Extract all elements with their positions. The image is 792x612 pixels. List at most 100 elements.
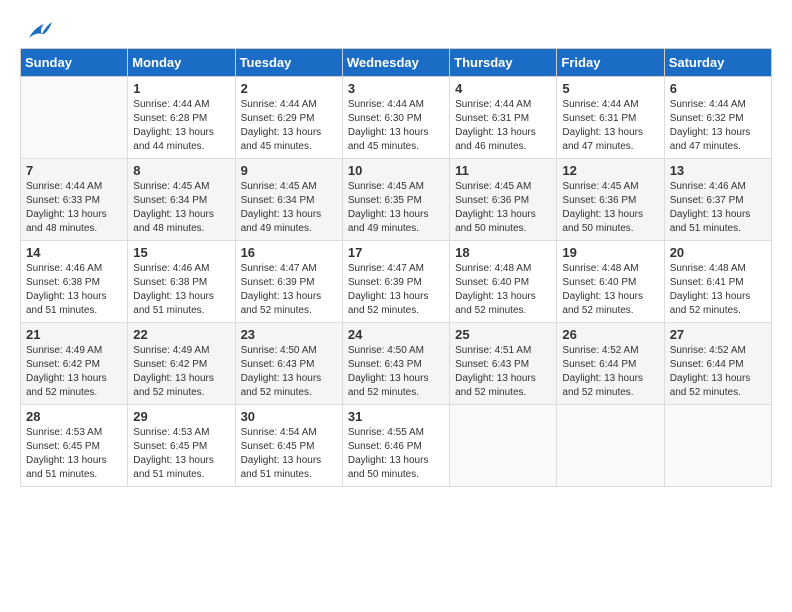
day-info: Sunrise: 4:50 AM Sunset: 6:43 PM Daylight:… bbox=[348, 344, 444, 400]
sunrise-text: Sunrise: 4:48 AM bbox=[562, 263, 638, 274]
col-thursday: Thursday bbox=[450, 49, 557, 77]
sunrise-text: Sunrise: 4:50 AM bbox=[348, 345, 424, 356]
col-friday: Friday bbox=[557, 49, 664, 77]
table-row: 7 Sunrise: 4:44 AMSunset: 6:33 PMDaylight… bbox=[21, 159, 128, 241]
table-row: 5Sunrise: 4:44 AMSunset: 6:31 PMDaylight… bbox=[557, 77, 664, 159]
table-row: 14Sunrise: 4:46 AMSunset: 6:38 PMDayligh… bbox=[21, 241, 128, 323]
daylight-text: Daylight: 13 hours bbox=[348, 455, 429, 466]
sunset-text: Sunset: 6:45 PM bbox=[26, 441, 100, 452]
table-row: 12Sunrise: 4:45 AMSunset: 6:36 PMDayligh… bbox=[557, 159, 664, 241]
daylight-continued: and 52 minutes. bbox=[26, 387, 97, 398]
daylight-continued: and 52 minutes. bbox=[562, 305, 633, 316]
day-info: Sunrise: 4:45 AMSunset: 6:34 PMDaylight:… bbox=[241, 180, 337, 236]
sunrise-text: Sunrise: 4:51 AM bbox=[455, 345, 531, 356]
table-row: 29 Sunrise: 4:53 AMSunset: 6:45 PMDayligh… bbox=[128, 405, 235, 487]
page-header bbox=[20, 20, 772, 38]
sunset-text: Sunset: 6:41 PM bbox=[670, 277, 744, 288]
col-tuesday: Tuesday bbox=[235, 49, 342, 77]
sunrise-text: Sunrise: 4:53 AM bbox=[26, 427, 102, 438]
sunset-text: Sunset: 6:34 PM bbox=[241, 195, 315, 206]
day-number: 7 bbox=[26, 163, 122, 178]
sunrise-text: Sunrise: 4:45 AM bbox=[348, 181, 424, 192]
day-number: 18 bbox=[455, 245, 551, 260]
daylight-text: Daylight: 13 hours bbox=[26, 455, 107, 466]
table-row: 13Sunrise: 4:46 AMSunset: 6:37 PMDayligh… bbox=[664, 159, 771, 241]
daylight-text: Daylight: 13 hours bbox=[455, 127, 536, 138]
day-info: Sunrise: 4:55 AMSunset: 6:46 PMDaylight:… bbox=[348, 426, 444, 482]
day-info: Sunrise: 4:44 AMSunset: 6:29 PMDaylight:… bbox=[241, 98, 337, 154]
sunset-text: Sunset: 6:34 PM bbox=[133, 195, 207, 206]
day-info: Sunrise: 4:52 AMSunset: 6:44 PMDaylight:… bbox=[670, 344, 766, 400]
sunrise-text: Sunrise: 4:46 AM bbox=[133, 263, 209, 274]
sunrise-text: Sunrise: 4:44 AM bbox=[348, 99, 424, 110]
sunset-text: Sunset: 6:43 PM bbox=[455, 359, 529, 370]
day-number: 20 bbox=[670, 245, 766, 260]
daylight-text: Daylight: 13 hours bbox=[26, 373, 107, 384]
sunset-text: Sunset: 6:38 PM bbox=[133, 277, 207, 288]
day-info: Sunrise: 4:45 AMSunset: 6:34 PMDaylight:… bbox=[133, 180, 229, 236]
day-info: Sunrise: 4:44 AM Sunset: 6:31 PM Daylight:… bbox=[455, 98, 551, 154]
sunrise-text: Sunrise: 4:44 AM bbox=[455, 99, 531, 110]
day-number: 9 bbox=[241, 163, 337, 178]
day-info: Sunrise: 4:53 AMSunset: 6:45 PMDaylight:… bbox=[133, 426, 229, 482]
sunrise-text: Sunrise: 4:49 AM bbox=[133, 345, 209, 356]
day-info: Sunrise: 4:54 AM Sunset: 6:45 PM Daylight:… bbox=[241, 426, 337, 482]
daylight-continued: and 44 minutes. bbox=[133, 141, 204, 152]
daylight-text: Daylight: 13 hours bbox=[26, 291, 107, 302]
sunrise-text: Sunrise: 4:54 AM bbox=[241, 427, 317, 438]
daylight-text: Daylight: 13 hours bbox=[455, 291, 536, 302]
day-info: Sunrise: 4:48 AMSunset: 6:41 PMDaylight:… bbox=[670, 262, 766, 318]
day-info: Sunrise: 4:44 AMSunset: 6:30 PMDaylight:… bbox=[348, 98, 444, 154]
day-number: 8 bbox=[133, 163, 229, 178]
daylight-continued: and 52 minutes. bbox=[133, 387, 204, 398]
sunset-text: Sunset: 6:36 PM bbox=[455, 195, 529, 206]
day-number: 17 bbox=[348, 245, 444, 260]
sunset-text: Sunset: 6:32 PM bbox=[670, 113, 744, 124]
sunrise-text: Sunrise: 4:50 AM bbox=[241, 345, 317, 356]
day-info: Sunrise: 4:48 AMSunset: 6:40 PMDaylight:… bbox=[455, 262, 551, 318]
sunrise-text: Sunrise: 4:55 AM bbox=[348, 427, 424, 438]
daylight-text: Daylight: 13 hours bbox=[26, 209, 107, 220]
daylight-text: Daylight: 13 hours bbox=[348, 373, 429, 384]
sunrise-text: Sunrise: 4:44 AM bbox=[670, 99, 746, 110]
col-monday: Monday bbox=[128, 49, 235, 77]
daylight-text: Daylight: 13 hours bbox=[241, 291, 322, 302]
daylight-continued: and 50 minutes. bbox=[562, 223, 633, 234]
daylight-text: Daylight: 13 hours bbox=[133, 127, 214, 138]
sunset-text: Sunset: 6:43 PM bbox=[348, 359, 422, 370]
sunset-text: Sunset: 6:31 PM bbox=[455, 113, 529, 124]
day-number: 28 bbox=[26, 409, 122, 424]
sunset-text: Sunset: 6:40 PM bbox=[562, 277, 636, 288]
daylight-text: Daylight: 13 hours bbox=[348, 127, 429, 138]
sunrise-text: Sunrise: 4:52 AM bbox=[670, 345, 746, 356]
sunset-text: Sunset: 6:39 PM bbox=[348, 277, 422, 288]
calendar-table: Sunday Monday Tuesday Wednesday Thursday… bbox=[20, 48, 772, 487]
daylight-continued: and 52 minutes. bbox=[455, 387, 526, 398]
table-row: 15Sunrise: 4:46 AMSunset: 6:38 PMDayligh… bbox=[128, 241, 235, 323]
day-info: Sunrise: 4:50 AMSunset: 6:43 PMDaylight:… bbox=[241, 344, 337, 400]
day-number: 29 bbox=[133, 409, 229, 424]
day-number: 10 bbox=[348, 163, 444, 178]
daylight-continued: and 52 minutes. bbox=[670, 387, 741, 398]
daylight-continued: and 45 minutes. bbox=[241, 141, 312, 152]
daylight-text: Daylight: 13 hours bbox=[670, 127, 751, 138]
day-info: Sunrise: 4:44 AM Sunset: 6:32 PM Daylight:… bbox=[670, 98, 766, 154]
daylight-text: Daylight: 13 hours bbox=[133, 291, 214, 302]
sunset-text: Sunset: 6:28 PM bbox=[133, 113, 207, 124]
day-number: 31 bbox=[348, 409, 444, 424]
sunset-text: Sunset: 6:45 PM bbox=[241, 441, 315, 452]
daylight-continued: and 46 minutes. bbox=[455, 141, 526, 152]
day-info: Sunrise: 4:44 AMSunset: 6:33 PMDaylight:… bbox=[26, 180, 122, 236]
daylight-text: Daylight: 13 hours bbox=[562, 373, 643, 384]
calendar-week-row: 14Sunrise: 4:46 AMSunset: 6:38 PMDayligh… bbox=[21, 241, 772, 323]
daylight-continued: and 52 minutes. bbox=[455, 305, 526, 316]
daylight-text: Daylight: 13 hours bbox=[670, 373, 751, 384]
daylight-continued: and 52 minutes. bbox=[241, 305, 312, 316]
sunset-text: Sunset: 6:37 PM bbox=[670, 195, 744, 206]
daylight-text: Daylight: 13 hours bbox=[241, 455, 322, 466]
daylight-continued: and 52 minutes. bbox=[670, 305, 741, 316]
day-info: Sunrise: 4:46 AMSunset: 6:37 PMDaylight:… bbox=[670, 180, 766, 236]
day-info: Sunrise: 4:45 AMSunset: 6:35 PMDaylight:… bbox=[348, 180, 444, 236]
sunrise-text: Sunrise: 4:44 AM bbox=[562, 99, 638, 110]
sunrise-text: Sunrise: 4:49 AM bbox=[26, 345, 102, 356]
